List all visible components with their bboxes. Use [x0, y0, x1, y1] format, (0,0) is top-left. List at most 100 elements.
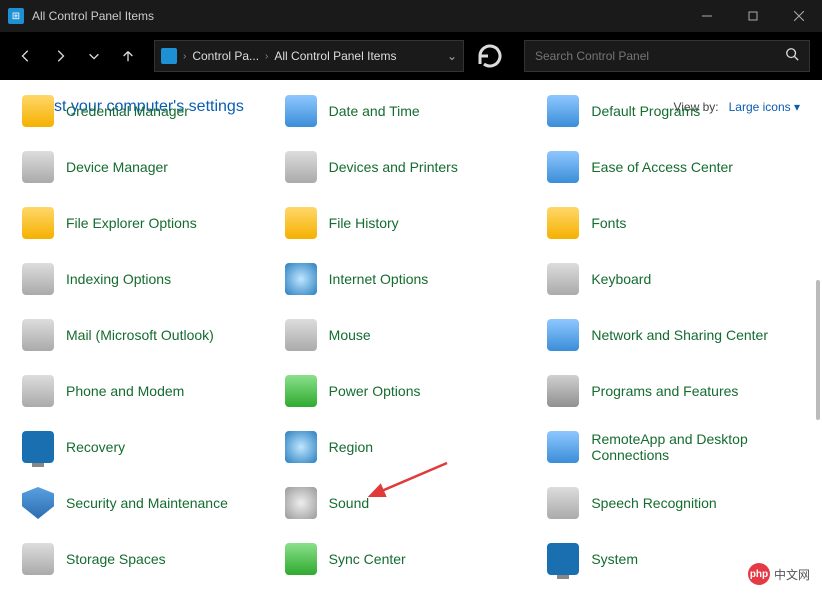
search-icon[interactable] — [785, 47, 799, 66]
cp-item-security-maintenance[interactable]: Security and Maintenance — [22, 482, 275, 524]
up-button[interactable] — [114, 42, 142, 70]
fonts-icon — [547, 207, 579, 239]
file-history-icon — [285, 207, 317, 239]
cp-item-region[interactable]: Region — [285, 426, 538, 468]
forward-button[interactable] — [46, 42, 74, 70]
minimize-button[interactable] — [684, 0, 730, 32]
cp-item-power-options[interactable]: Power Options — [285, 370, 538, 412]
cp-item-label: Indexing Options — [66, 271, 171, 287]
breadcrumb-seg-2[interactable]: All Control Panel Items — [274, 49, 396, 63]
chevron-right-icon[interactable]: › — [183, 51, 186, 62]
cp-item-remoteapp[interactable]: RemoteApp and Desktop Connections — [547, 426, 800, 468]
app-icon: ⊞ — [8, 8, 24, 24]
cp-item-label: Storage Spaces — [66, 551, 166, 567]
phone-and-modem-icon — [22, 375, 54, 407]
scrollbar[interactable] — [816, 280, 820, 420]
internet-options-icon — [285, 263, 317, 295]
cp-item-label: Keyboard — [591, 271, 651, 287]
cp-item-label: Devices and Printers — [329, 159, 458, 175]
devices-and-printers-icon — [285, 151, 317, 183]
programs-and-features-icon — [547, 375, 579, 407]
control-panel-icon — [161, 48, 177, 64]
date-and-time-icon — [285, 95, 317, 127]
recovery-icon — [22, 431, 54, 463]
file-explorer-options-icon — [22, 207, 54, 239]
cp-item-devices-and-printers[interactable]: Devices and Printers — [285, 146, 538, 188]
sound-icon — [285, 487, 317, 519]
cp-item-label: File Explorer Options — [66, 215, 197, 231]
cp-item-label: Date and Time — [329, 103, 420, 119]
cp-item-keyboard[interactable]: Keyboard — [547, 258, 800, 300]
watermark: php 中文网 — [748, 563, 810, 585]
watermark-badge: php — [748, 563, 770, 585]
system-icon — [547, 543, 579, 575]
cp-item-label: Internet Options — [329, 271, 429, 287]
cp-item-default-programs[interactable]: Default Programs — [547, 90, 800, 132]
cp-item-date-and-time[interactable]: Date and Time — [285, 90, 538, 132]
cp-item-credential-manager[interactable]: Credential Manager — [22, 90, 275, 132]
cp-item-label: Recovery — [66, 439, 125, 455]
refresh-button[interactable] — [474, 40, 506, 72]
cp-item-speech-recognition[interactable]: Speech Recognition — [547, 482, 800, 524]
credential-manager-icon — [22, 95, 54, 127]
cp-item-sync-center[interactable]: Sync Center — [285, 538, 538, 580]
cp-item-recovery[interactable]: Recovery — [22, 426, 275, 468]
cp-item-label: File History — [329, 215, 399, 231]
cp-item-sound[interactable]: Sound — [285, 482, 538, 524]
mouse-icon — [285, 319, 317, 351]
cp-item-internet-options[interactable]: Internet Options — [285, 258, 538, 300]
search-box[interactable] — [524, 40, 810, 72]
cp-item-indexing-options[interactable]: Indexing Options — [22, 258, 275, 300]
default-programs-icon — [547, 95, 579, 127]
close-button[interactable] — [776, 0, 822, 32]
keyboard-icon — [547, 263, 579, 295]
cp-item-label: System — [591, 551, 638, 567]
cp-item-label: Default Programs — [591, 103, 700, 119]
speech-recognition-icon — [547, 487, 579, 519]
titlebar: ⊞ All Control Panel Items — [0, 0, 822, 32]
region-icon — [285, 431, 317, 463]
cp-item-mail[interactable]: Mail (Microsoft Outlook) — [22, 314, 275, 356]
chevron-right-icon[interactable]: › — [265, 51, 268, 62]
cp-item-file-history[interactable]: File History — [285, 202, 538, 244]
cp-item-label: Mail (Microsoft Outlook) — [66, 327, 214, 343]
cp-item-label: Device Manager — [66, 159, 168, 175]
content-area: Adjust your computer's settings View by:… — [0, 80, 822, 595]
search-input[interactable] — [535, 49, 785, 63]
cp-item-device-manager[interactable]: Device Manager — [22, 146, 275, 188]
cp-item-mouse[interactable]: Mouse — [285, 314, 538, 356]
remoteapp-icon — [547, 431, 579, 463]
cp-item-label: Sound — [329, 495, 369, 511]
items-grid: Credential Manager Date and Time Default P… — [22, 90, 800, 580]
back-button[interactable] — [12, 42, 40, 70]
chevron-down-icon[interactable]: ⌄ — [447, 49, 457, 63]
cp-item-label: Region — [329, 439, 373, 455]
storage-spaces-icon — [22, 543, 54, 575]
cp-item-label: RemoteApp and Desktop Connections — [591, 431, 800, 463]
cp-item-fonts[interactable]: Fonts — [547, 202, 800, 244]
cp-item-label: Mouse — [329, 327, 371, 343]
cp-item-label: Network and Sharing Center — [591, 327, 768, 343]
cp-item-label: Fonts — [591, 215, 626, 231]
power-options-icon — [285, 375, 317, 407]
cp-item-phone-and-modem[interactable]: Phone and Modem — [22, 370, 275, 412]
cp-item-network-sharing-center[interactable]: Network and Sharing Center — [547, 314, 800, 356]
cp-item-storage-spaces[interactable]: Storage Spaces — [22, 538, 275, 580]
navbar: › Control Pa... › All Control Panel Item… — [0, 32, 822, 80]
breadcrumb-seg-1[interactable]: Control Pa... — [192, 49, 259, 63]
breadcrumb[interactable]: › Control Pa... › All Control Panel Item… — [154, 40, 464, 72]
mail-icon — [22, 319, 54, 351]
window-title: All Control Panel Items — [32, 9, 684, 23]
ease-of-access-center-icon — [547, 151, 579, 183]
cp-item-label: Security and Maintenance — [66, 495, 228, 511]
network-sharing-center-icon — [547, 319, 579, 351]
watermark-text: 中文网 — [774, 566, 810, 583]
device-manager-icon — [22, 151, 54, 183]
maximize-button[interactable] — [730, 0, 776, 32]
cp-item-label: Speech Recognition — [591, 495, 716, 511]
sync-center-icon — [285, 543, 317, 575]
cp-item-ease-of-access-center[interactable]: Ease of Access Center — [547, 146, 800, 188]
cp-item-programs-and-features[interactable]: Programs and Features — [547, 370, 800, 412]
cp-item-file-explorer-options[interactable]: File Explorer Options — [22, 202, 275, 244]
recent-dropdown[interactable] — [80, 42, 108, 70]
